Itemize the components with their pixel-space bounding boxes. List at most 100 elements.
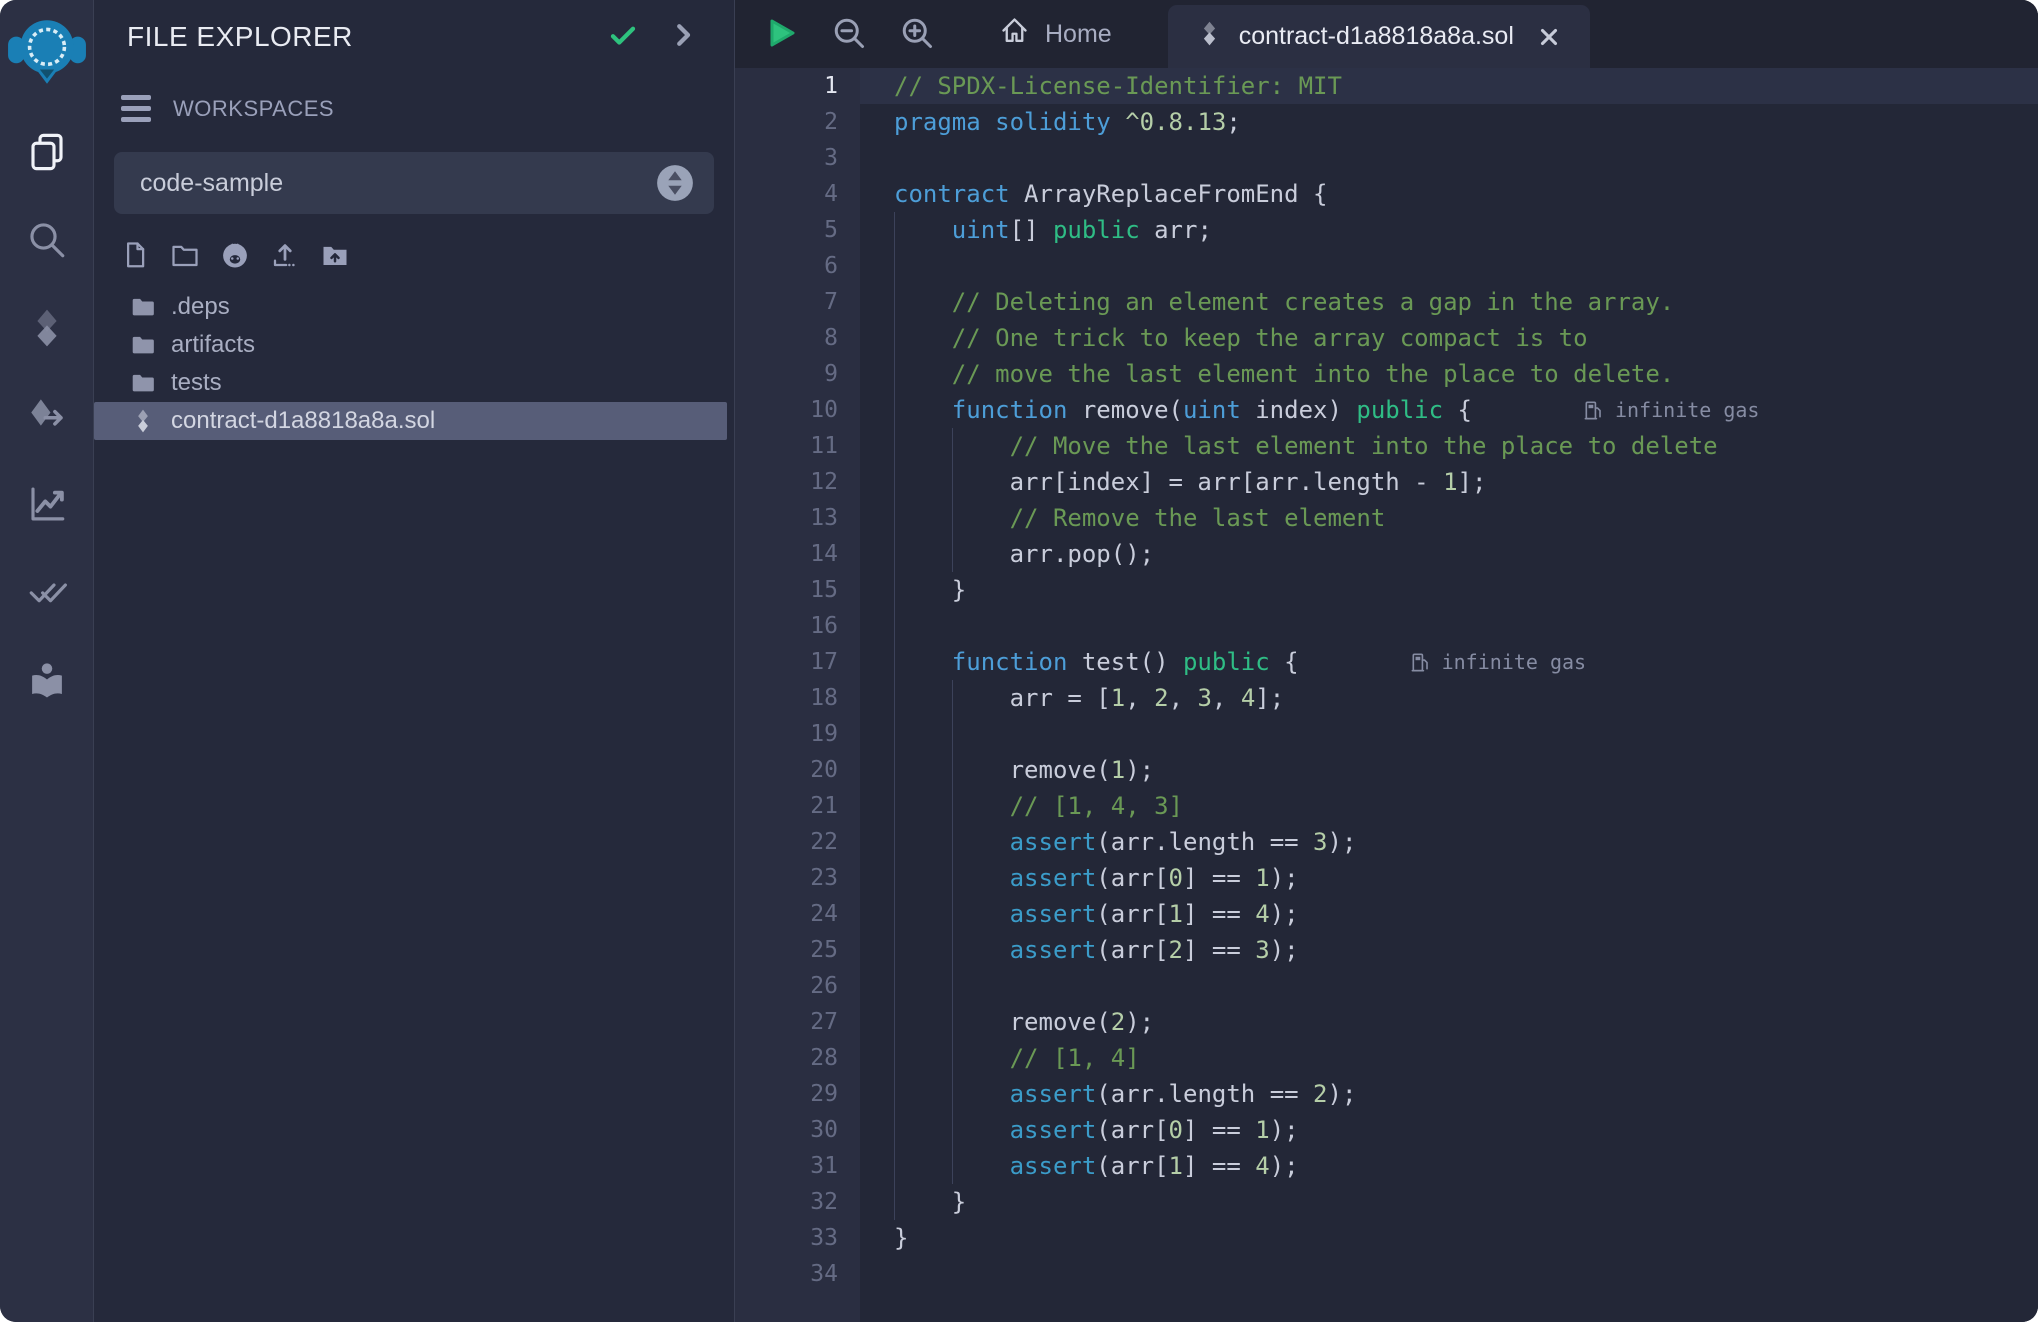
file-explorer-icon: [26, 131, 68, 173]
tab-home[interactable]: Home: [969, 0, 1142, 68]
indent-guide: [952, 428, 953, 464]
sidebar-item-solidity-analysis[interactable]: [0, 460, 93, 548]
tab-label: Home: [1045, 20, 1112, 49]
code-line-13[interactable]: // Remove the last element: [860, 500, 2038, 536]
code-line-33[interactable]: }: [860, 1220, 2038, 1256]
line-number-32: 32: [735, 1184, 860, 1220]
code-line-20[interactable]: remove(1);: [860, 752, 2038, 788]
sidebar-item-solidity-unit-testing[interactable]: [0, 548, 93, 636]
code-line-7[interactable]: // Deleting an element creates a gap in …: [860, 284, 2038, 320]
indent-guide: [952, 500, 953, 536]
sidebar-item-deploy-and-run[interactable]: [0, 372, 93, 460]
indent-guide: [894, 608, 895, 644]
upload-folder-button[interactable]: [318, 238, 352, 272]
new-file-button[interactable]: [118, 238, 152, 272]
run-script-button[interactable]: [763, 15, 799, 54]
indent-guide: [894, 464, 895, 500]
indent-guide: [952, 1004, 953, 1040]
code-editor[interactable]: 1// SPDX-License-Identifier: MIT2pragma …: [735, 68, 2038, 1322]
code-line-12[interactable]: arr[index] = arr[arr.length - 1];: [860, 464, 2038, 500]
sidebar-item-search[interactable]: [0, 196, 93, 284]
line-number-14: 14: [735, 536, 860, 572]
collapse-panel-button[interactable]: [668, 20, 698, 53]
code-line-26[interactable]: [860, 968, 2038, 1004]
sidebar-item-learneth[interactable]: [0, 636, 93, 724]
code-line-30[interactable]: assert(arr[0] == 1);: [860, 1112, 2038, 1148]
workspace-select[interactable]: code-sample: [114, 152, 714, 214]
upload-file-button[interactable]: [268, 238, 302, 272]
code-line-21[interactable]: // [1, 4, 3]: [860, 788, 2038, 824]
zoom-out-button[interactable]: [831, 15, 867, 54]
code-line-10[interactable]: function remove(uint index) public {infi…: [860, 392, 2038, 428]
gas-pump-icon: [1409, 651, 1432, 674]
code-line-19[interactable]: [860, 716, 2038, 752]
tree-item-label: contract-d1a8818a8a.sol: [171, 407, 435, 435]
new-file-icon: [120, 240, 150, 270]
home-icon: [999, 15, 1030, 53]
code-line-9[interactable]: // move the last element into the place …: [860, 356, 2038, 392]
code-line-16[interactable]: [860, 608, 2038, 644]
code-line-5[interactable]: uint[] public arr;: [860, 212, 2038, 248]
code-line-24[interactable]: assert(arr[1] == 4);: [860, 896, 2038, 932]
tab-contract-file[interactable]: contract-d1a8818a8a.sol: [1168, 5, 1590, 68]
workspaces-menu-button[interactable]: [115, 89, 157, 128]
code-line-34[interactable]: [860, 1256, 2038, 1292]
tree-item-contract-d1a8818a8a.sol[interactable]: contract-d1a8818a8a.sol: [94, 402, 727, 440]
code-row-27: 27 remove(2);: [735, 1004, 2038, 1040]
code-line-31[interactable]: assert(arr[1] == 4);: [860, 1148, 2038, 1184]
code-line-22[interactable]: assert(arr.length == 3);: [860, 824, 2038, 860]
code-line-27[interactable]: remove(2);: [860, 1004, 2038, 1040]
code-row-11: 11 // Move the last element into the pla…: [735, 428, 2038, 464]
line-number-3: 3: [735, 140, 860, 176]
code-row-7: 7 // Deleting an element creates a gap i…: [735, 284, 2038, 320]
code-line-29[interactable]: assert(arr.length == 2);: [860, 1076, 2038, 1112]
line-number-9: 9: [735, 356, 860, 392]
code-row-5: 5 uint[] public arr;: [735, 212, 2038, 248]
tree-item-.deps[interactable]: .deps: [94, 288, 734, 326]
code-line-4[interactable]: contract ArrayReplaceFromEnd {: [860, 176, 2038, 212]
code-line-3[interactable]: [860, 140, 2038, 176]
indent-guide: [894, 752, 895, 788]
indent-guide: [894, 392, 895, 428]
code-line-11[interactable]: // Move the last element into the place …: [860, 428, 2038, 464]
upload-file-icon: [270, 240, 300, 270]
code-line-23[interactable]: assert(arr[0] == 1);: [860, 860, 2038, 896]
code-row-2: 2pragma solidity ^0.8.13;: [735, 104, 2038, 140]
code-line-6[interactable]: [860, 248, 2038, 284]
code-line-25[interactable]: assert(arr[2] == 3);: [860, 932, 2038, 968]
icon-sidebar: [0, 0, 94, 1322]
code-line-28[interactable]: // [1, 4]: [860, 1040, 2038, 1076]
code-row-22: 22 assert(arr.length == 3);: [735, 824, 2038, 860]
github-icon: [220, 240, 250, 270]
zoom-in-button[interactable]: [899, 15, 935, 54]
code-lines: 1// SPDX-License-Identifier: MIT2pragma …: [735, 68, 2038, 1292]
sidebar-item-solidity-compiler[interactable]: [0, 284, 93, 372]
code-line-17[interactable]: function test() public {infinite gas: [860, 644, 2038, 680]
solidity-unit-testing-icon: [26, 571, 68, 613]
sidebar-item-file-explorer[interactable]: [0, 108, 93, 196]
tree-item-tests[interactable]: tests: [94, 364, 734, 402]
code-line-18[interactable]: arr = [1, 2, 3, 4];: [860, 680, 2038, 716]
check-icon: [608, 20, 638, 53]
code-line-8[interactable]: // One trick to keep the array compact i…: [860, 320, 2038, 356]
tree-item-artifacts[interactable]: artifacts: [94, 326, 734, 364]
indent-guide: [952, 1112, 953, 1148]
accept-check-button[interactable]: [608, 20, 638, 53]
indent-guide: [952, 788, 953, 824]
line-number-33: 33: [735, 1220, 860, 1256]
code-line-2[interactable]: pragma solidity ^0.8.13;: [860, 104, 2038, 140]
code-line-14[interactable]: arr.pop();: [860, 536, 2038, 572]
indent-guide: [894, 356, 895, 392]
github-button[interactable]: [218, 238, 252, 272]
close-tab-icon[interactable]: [1536, 24, 1562, 50]
line-number-31: 31: [735, 1148, 860, 1184]
code-line-15[interactable]: }: [860, 572, 2038, 608]
indent-guide: [894, 1112, 895, 1148]
line-number-29: 29: [735, 1076, 860, 1112]
code-line-1[interactable]: // SPDX-License-Identifier: MIT: [860, 68, 2038, 104]
indent-guide: [894, 1004, 895, 1040]
remix-logo-icon[interactable]: [6, 8, 88, 94]
code-line-32[interactable]: }: [860, 1184, 2038, 1220]
new-folder-button[interactable]: [168, 238, 202, 272]
code-row-6: 6: [735, 248, 2038, 284]
